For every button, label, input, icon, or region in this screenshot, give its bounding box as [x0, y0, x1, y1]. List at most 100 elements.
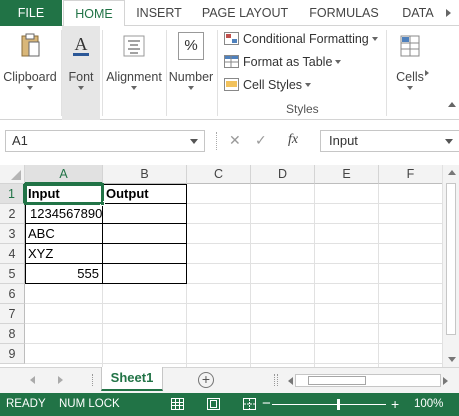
scroll-down-icon[interactable] [448, 357, 456, 362]
table-icon [224, 54, 239, 68]
number-button[interactable]: % Number [167, 32, 215, 90]
row-header-2[interactable]: 2 [0, 204, 25, 224]
group-divider [102, 30, 103, 116]
page-layout-view-icon[interactable] [207, 398, 220, 410]
clipboard-icon [21, 33, 40, 57]
cell-a3[interactable]: ABC [25, 224, 103, 244]
zoom-level[interactable]: 100% [414, 398, 443, 410]
name-box[interactable]: A1 [5, 130, 205, 152]
resize-handle[interactable] [216, 132, 218, 150]
tab-split-handle[interactable] [274, 374, 278, 386]
horizontal-scrollbar[interactable] [295, 374, 441, 387]
zoom-slider-thumb[interactable] [337, 399, 340, 410]
font-color-icon: A [73, 34, 89, 56]
format-as-table-button[interactable]: Format as Table [224, 52, 342, 72]
chevron-down-icon [335, 60, 342, 64]
scroll-right-icon[interactable] [443, 377, 448, 385]
row-header-5[interactable]: 5 [0, 264, 25, 284]
format-as-table-label: Format as Table [243, 55, 333, 69]
column-header-e[interactable]: E [315, 165, 379, 184]
group-divider [386, 30, 387, 116]
status-ready: READY [6, 398, 46, 410]
enter-icon[interactable]: ✓ [255, 132, 267, 149]
chevron-down-icon[interactable] [190, 139, 198, 144]
cell-a2[interactable]: 1234567890 [25, 204, 103, 224]
status-num-lock: NUM LOCK [59, 398, 120, 410]
align-center-icon [123, 35, 145, 57]
tab-formulas[interactable]: FORMULAS [302, 0, 386, 26]
select-all-icon [11, 170, 21, 180]
column-header-b[interactable]: B [103, 165, 187, 184]
svg-text:A: A [75, 34, 88, 54]
conditional-formatting-button[interactable]: Conditional Formatting [224, 29, 378, 49]
column-header-d[interactable]: D [251, 165, 315, 184]
cell-b4[interactable] [103, 244, 187, 264]
insert-function-icon[interactable]: fx [288, 132, 298, 148]
row-header-8[interactable]: 8 [0, 324, 25, 344]
cell-a4[interactable]: XYZ [25, 244, 103, 264]
zoom-out-icon[interactable]: − [262, 395, 271, 412]
tab-divider [92, 374, 94, 386]
row-header-3[interactable]: 3 [0, 224, 25, 244]
cell-b1[interactable]: Output [103, 184, 187, 204]
status-bar: READY NUM LOCK − + 100% [0, 393, 459, 416]
cell-styles-label: Cell Styles [243, 78, 303, 92]
clipboard-button[interactable]: Clipboard [2, 32, 58, 90]
number-label: Number [168, 70, 214, 84]
horizontal-scroll-thumb[interactable] [308, 376, 366, 385]
scroll-up-icon[interactable] [448, 170, 456, 175]
tab-file[interactable]: FILE [0, 0, 62, 26]
chevron-down-icon [188, 86, 194, 90]
expand-formula-bar-icon[interactable] [445, 139, 453, 144]
clipboard-label: Clipboard [3, 70, 57, 84]
tab-page-layout[interactable]: PAGE LAYOUT [196, 0, 294, 26]
cell-b5[interactable] [103, 264, 187, 284]
tab-insert[interactable]: INSERT [128, 0, 190, 26]
vertical-scroll-thumb[interactable] [446, 183, 456, 335]
tab-home[interactable]: HOME [63, 0, 125, 27]
column-header-f[interactable]: F [379, 165, 443, 184]
row-header-1[interactable]: 1 [0, 184, 25, 204]
page-break-preview-icon[interactable] [243, 398, 256, 410]
tab-data[interactable]: DATA [396, 0, 440, 26]
chevron-down-icon [371, 37, 378, 41]
normal-view-icon[interactable] [171, 398, 184, 410]
zoom-in-icon[interactable]: + [391, 396, 399, 412]
cell-b3[interactable] [103, 224, 187, 244]
chevron-down-icon [27, 86, 33, 90]
sheet-tab-sheet1[interactable]: Sheet1 [101, 367, 163, 391]
styles-group-label: Styles [286, 102, 319, 116]
row-header-7[interactable]: 7 [0, 304, 25, 324]
vertical-scrollbar[interactable] [442, 165, 459, 367]
previous-sheet-icon[interactable] [30, 376, 35, 384]
name-box-value: A1 [12, 133, 28, 148]
alignment-button[interactable]: Alignment [104, 32, 164, 90]
cells-button[interactable]: Cells [392, 32, 428, 90]
conditional-formatting-icon [224, 31, 239, 45]
cell-styles-icon [224, 77, 239, 91]
font-button[interactable]: A Font [62, 26, 100, 120]
column-header-a[interactable]: A [25, 165, 103, 184]
cell-a5[interactable]: 555 [25, 264, 103, 284]
ribbon-scroll-right-icon[interactable] [425, 70, 429, 76]
row-header-6[interactable]: 6 [0, 284, 25, 304]
worksheet-grid[interactable]: A B C D E F 1 2 3 4 5 6 7 8 9 Input Outp… [0, 165, 459, 367]
next-sheet-icon[interactable] [58, 376, 63, 384]
zoom-slider-track[interactable] [272, 404, 386, 405]
cells-icon [400, 35, 420, 57]
formula-input[interactable]: Input [320, 130, 459, 152]
row-header-4[interactable]: 4 [0, 244, 25, 264]
cancel-icon[interactable]: ✕ [229, 132, 241, 149]
formula-content: Input [329, 133, 358, 148]
chevron-down-icon [407, 86, 413, 90]
row-header-9[interactable]: 9 [0, 344, 25, 364]
cell-b2[interactable] [103, 204, 187, 224]
new-sheet-icon[interactable]: + [198, 372, 214, 388]
collapse-ribbon-icon[interactable] [448, 102, 456, 107]
tab-scroll-right-icon[interactable] [446, 9, 451, 17]
select-all-button[interactable] [0, 165, 25, 184]
scroll-left-icon[interactable] [288, 377, 293, 385]
cell-styles-button[interactable]: Cell Styles [224, 75, 312, 95]
column-header-c[interactable]: C [187, 165, 251, 184]
chevron-down-icon [78, 86, 84, 90]
